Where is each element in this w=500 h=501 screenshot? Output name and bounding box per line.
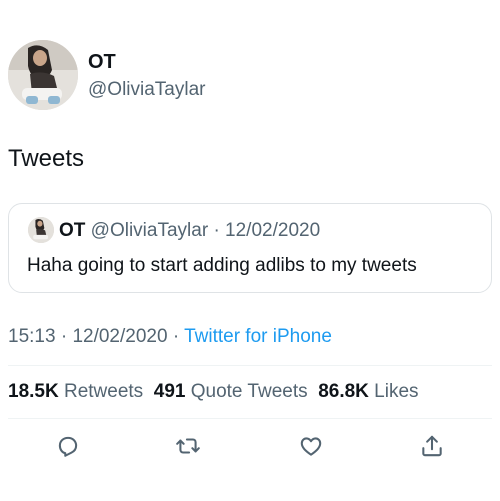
quoted-avatar xyxy=(28,217,54,243)
user-handle[interactable]: @OliviaTaylar xyxy=(88,78,205,102)
divider xyxy=(8,365,492,366)
tweet-date[interactable]: 12/02/2020 xyxy=(72,326,167,347)
quote-tweets-label: Quote Tweets xyxy=(190,381,308,402)
divider xyxy=(8,418,492,419)
quoted-display-name: OT xyxy=(59,220,86,241)
quoted-avatar-photo xyxy=(28,217,54,243)
like-button[interactable] xyxy=(295,430,327,462)
display-name[interactable]: OT xyxy=(88,50,116,74)
quoted-header: OT @OliviaTaylar · 12/02/2020 xyxy=(59,219,320,243)
retweets-label: Retweets xyxy=(63,381,144,402)
quoted-handle: @OliviaTaylar xyxy=(90,220,209,241)
quote-tweets-stat[interactable]: 491 Quote Tweets xyxy=(154,381,308,402)
avatar[interactable] xyxy=(8,40,78,110)
likes-count: 86.8K xyxy=(318,381,369,402)
retweet-icon xyxy=(176,438,200,454)
likes-label: Likes xyxy=(374,381,419,402)
share-icon xyxy=(422,435,442,457)
quote-tweets-count: 491 xyxy=(153,381,186,402)
tweet-source-link[interactable]: Twitter for iPhone xyxy=(184,326,332,347)
meta-separator: · xyxy=(172,326,180,347)
reply-button[interactable] xyxy=(52,430,84,462)
tweet-stats: 18.5K Retweets 491 Quote Tweets 86.8K Li… xyxy=(8,380,419,404)
heart-icon xyxy=(300,437,322,456)
quoted-separator: · xyxy=(213,220,220,241)
quoted-tweet-card[interactable]: OT @OliviaTaylar · 12/02/2020 Haha going… xyxy=(8,203,492,293)
tweet-time[interactable]: 15:13 xyxy=(8,326,56,347)
quoted-date: 12/02/2020 xyxy=(225,220,321,241)
avatar-photo xyxy=(8,40,78,110)
retweets-stat[interactable]: 18.5K Retweets xyxy=(8,381,143,402)
retweets-count: 18.5K xyxy=(8,381,59,402)
reply-icon xyxy=(58,436,78,457)
quoted-text: Haha going to start adding adlibs to my … xyxy=(27,255,417,276)
tweet-meta: 15:13 · 12/02/2020 · Twitter for iPhone xyxy=(8,325,332,349)
tweet-text: Tweets xyxy=(8,145,85,172)
share-button[interactable] xyxy=(416,430,448,462)
likes-stat[interactable]: 86.8K Likes xyxy=(318,381,418,402)
meta-separator: · xyxy=(60,326,68,347)
retweet-button[interactable] xyxy=(172,430,204,462)
action-bar xyxy=(0,430,500,462)
